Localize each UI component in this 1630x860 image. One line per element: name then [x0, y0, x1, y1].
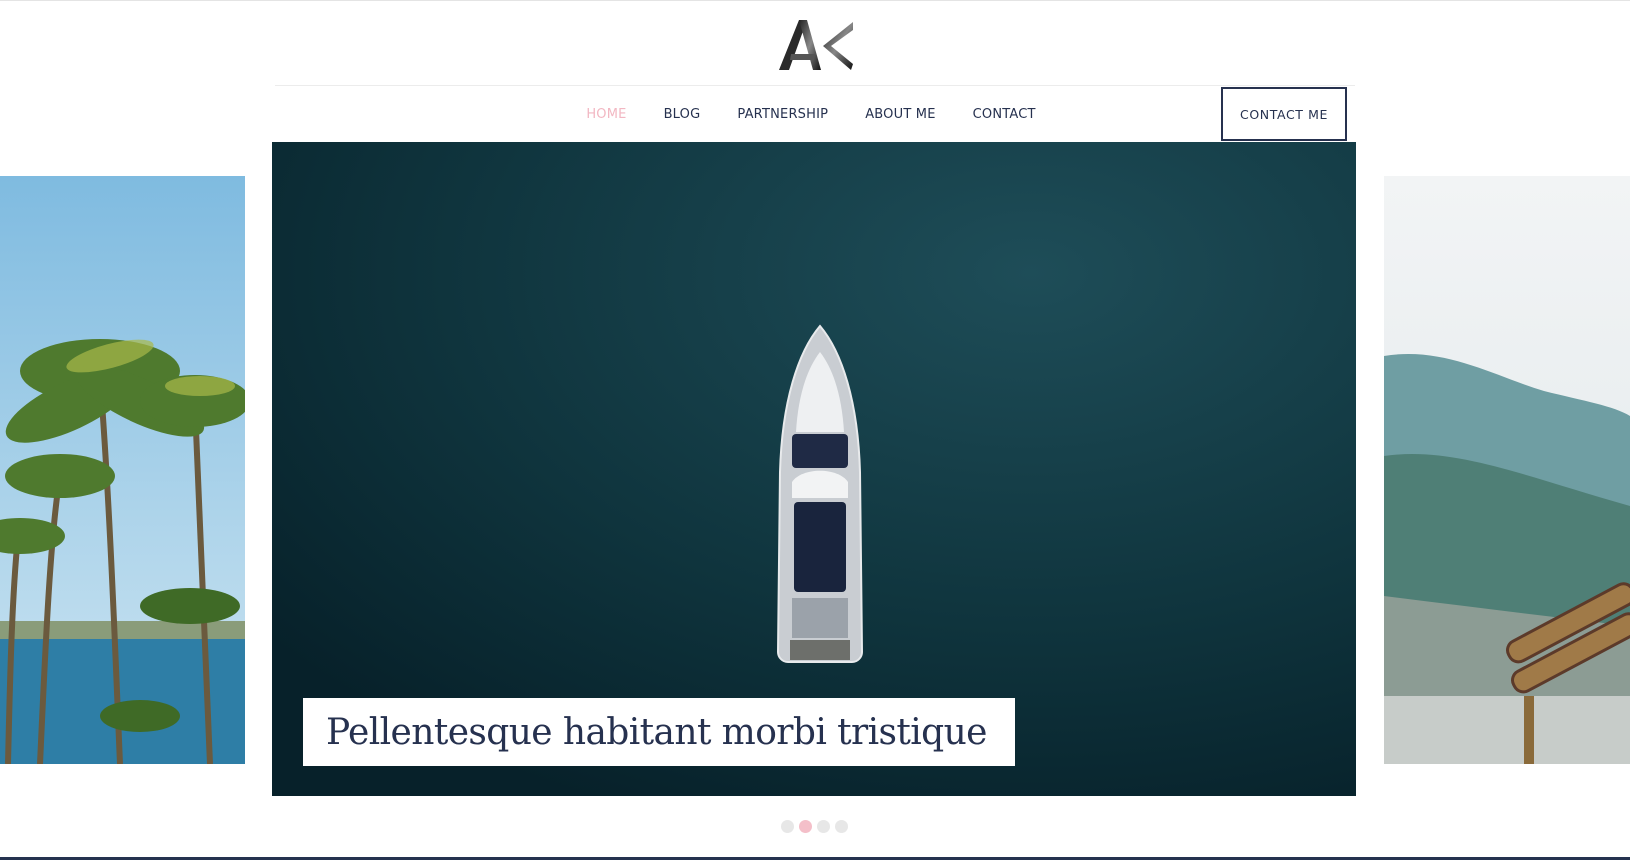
nav-item-home[interactable]: HOME	[586, 107, 626, 122]
slider-pagination	[781, 820, 848, 833]
contact-me-button[interactable]: CONTACT ME	[1221, 87, 1347, 141]
nav-divider	[275, 85, 1355, 86]
slider-dot-2[interactable]	[799, 820, 812, 833]
nav-item-blog[interactable]: BLOG	[664, 107, 701, 122]
nav-item-about-me[interactable]: ABOUT ME	[865, 107, 935, 122]
slider-dot-1[interactable]	[781, 820, 794, 833]
slider-dot-4[interactable]	[835, 820, 848, 833]
main-nav: HOME BLOG PARTNERSHIP ABOUT ME CONTACT	[0, 100, 1630, 128]
slide-palm-trees[interactable]	[0, 176, 245, 764]
top-border	[0, 0, 1630, 1]
slider-dot-3[interactable]	[817, 820, 830, 833]
nav-item-contact[interactable]: CONTACT	[973, 107, 1036, 122]
slide-caption-text: Pellentesque habitant morbi tristique	[326, 711, 987, 753]
slide-caption: Pellentesque habitant morbi tristique	[303, 698, 1015, 766]
palm-trees-image	[0, 176, 245, 764]
slide-misty-mountain[interactable]	[1384, 176, 1630, 764]
mountain-image	[1384, 176, 1630, 764]
ak-logo[interactable]	[777, 18, 855, 72]
nav-item-partnership[interactable]: PARTNERSHIP	[737, 107, 828, 122]
